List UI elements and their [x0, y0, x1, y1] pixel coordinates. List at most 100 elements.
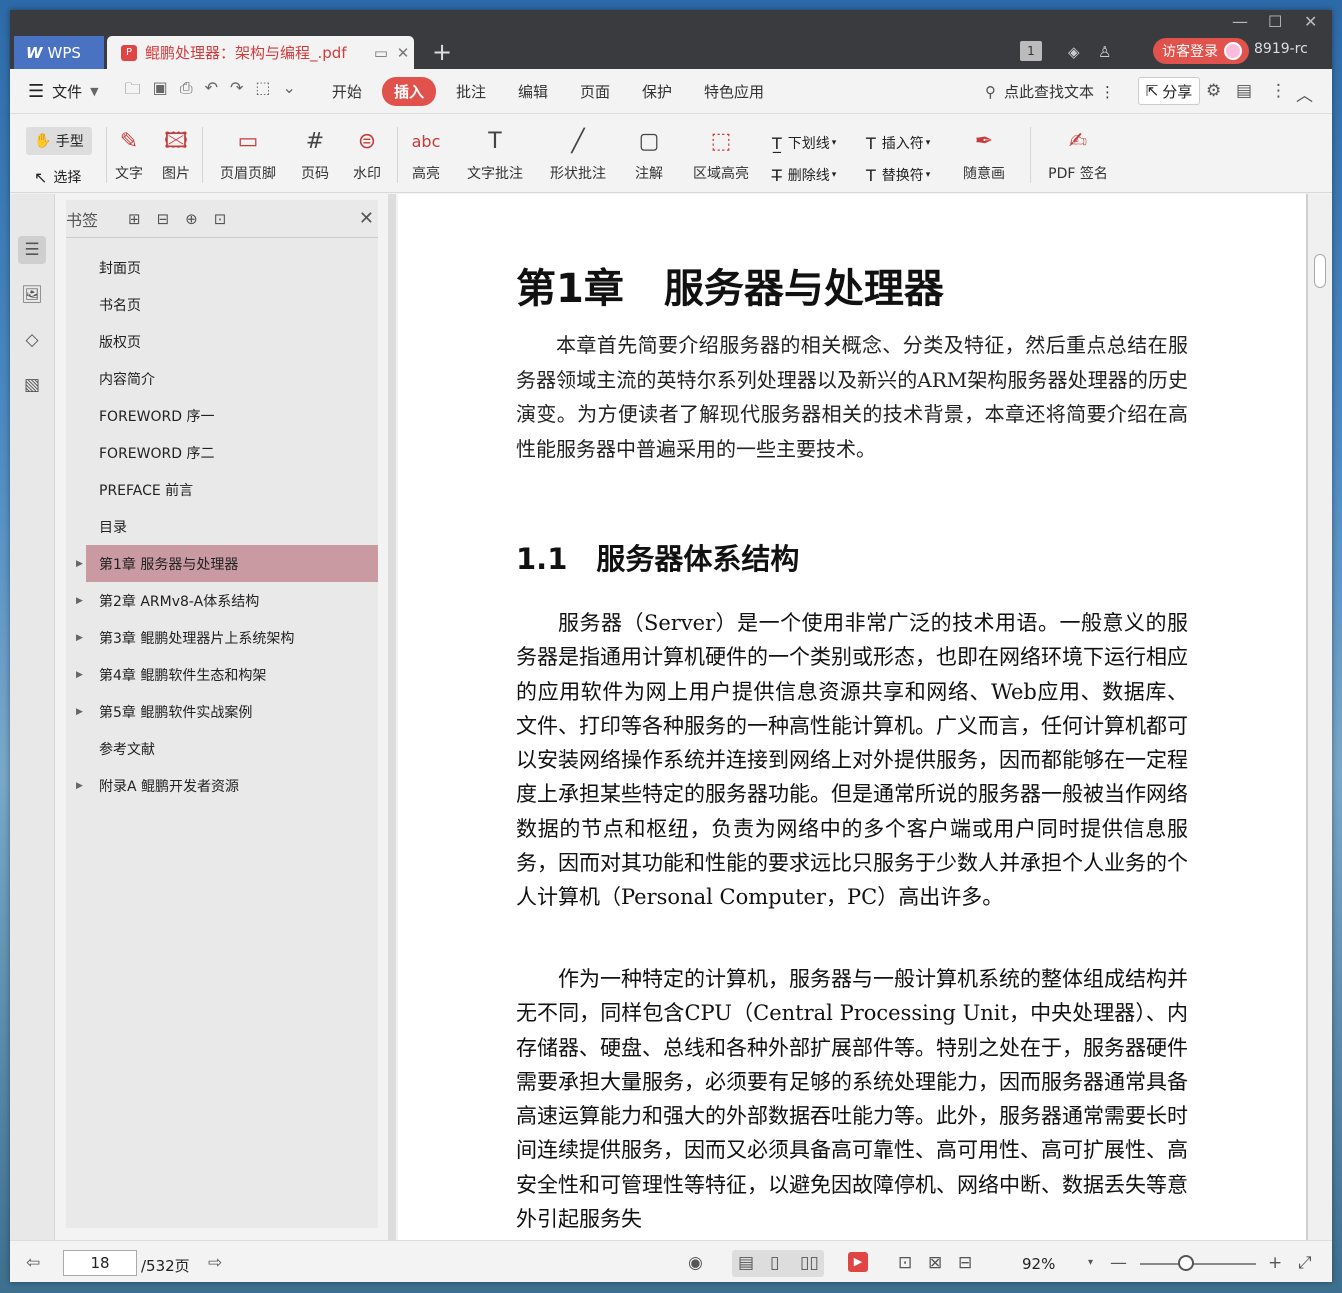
bookmark-item[interactable]: 封面页 — [86, 249, 378, 286]
bookmark-item[interactable]: 书名页 — [86, 286, 378, 323]
zoom-dropdown-icon[interactable]: ▾ — [1088, 1257, 1093, 1268]
expand-arrow-icon[interactable]: ▶ — [76, 670, 83, 680]
tab-start[interactable]: 开始 — [320, 77, 374, 106]
bookmark-settings-icon[interactable]: ⊡ — [214, 210, 227, 228]
highlight-button[interactable]: abc 高亮 — [406, 125, 446, 183]
expand-arrow-icon[interactable]: ▶ — [76, 781, 83, 791]
bookmark-item[interactable]: FOREWORD 序二 — [86, 434, 378, 471]
tab-annotate[interactable]: 批注 — [444, 77, 498, 106]
collapse-all-icon[interactable]: ⊟ — [157, 210, 170, 228]
open-folder-icon[interactable]: 🗀 — [125, 78, 141, 105]
text-annotation-button[interactable]: T 文字批注 — [465, 125, 525, 183]
more-vertical-icon[interactable]: ⋮ — [1100, 83, 1115, 101]
close-tab-icon[interactable]: ✕ — [392, 44, 414, 62]
replace-char-button[interactable]: T 替换符 ▾ — [866, 165, 930, 185]
watermark-button[interactable]: ⊜ 水印 — [346, 125, 388, 183]
insert-text-button[interactable]: ✎ 文字 — [114, 125, 144, 183]
play-slideshow-icon[interactable]: ▶ — [848, 1252, 868, 1272]
wps-home-tab[interactable]: W WPS — [14, 36, 104, 69]
fit-width-icon[interactable]: ⊟ — [958, 1253, 972, 1273]
double-page-icon[interactable]: ▯▯ — [800, 1253, 819, 1273]
note-button[interactable]: ▢ 注解 — [628, 125, 670, 183]
pdf-sign-button[interactable]: ✍ PDF 签名 — [1042, 125, 1114, 183]
expand-arrow-icon[interactable]: ▶ — [76, 633, 83, 643]
bookmark-item[interactable]: 参考文献 — [86, 730, 378, 767]
more-menu-icon[interactable]: ⋮ — [1270, 81, 1287, 101]
minimize-icon[interactable]: — — [1232, 12, 1248, 31]
collapse-ribbon-icon[interactable]: ︿ — [1296, 81, 1313, 106]
undo-icon[interactable]: ↶ — [205, 78, 218, 105]
scrollbar-thumb[interactable] — [1314, 254, 1326, 288]
expand-arrow-icon[interactable]: ▶ — [76, 559, 83, 569]
guest-login-button[interactable]: 访客登录 — [1153, 38, 1249, 64]
hand-tool-button[interactable]: ✋ 手型 — [26, 127, 92, 155]
tab-edit[interactable]: 编辑 — [506, 77, 560, 106]
bookmark-item[interactable]: ▶ 第5章 鲲鹏软件实战案例 — [76, 693, 378, 730]
skin-icon[interactable]: ◈ — [1068, 38, 1080, 66]
redo-icon[interactable]: ↷ — [230, 78, 243, 105]
bookmark-item[interactable]: ▶ 第3章 鲲鹏处理器片上系统架构 — [76, 619, 378, 656]
insert-char-button[interactable]: T 插入符 ▾ — [866, 133, 930, 153]
panel-splitter[interactable] — [388, 194, 396, 1240]
eye-protection-icon[interactable]: ◉ — [688, 1253, 703, 1273]
freehand-button[interactable]: ✒ 随意画 — [956, 125, 1012, 183]
export-icon[interactable]: ⬚ — [255, 78, 270, 105]
bookmark-item[interactable]: ▶ 第1章 服务器与处理器 — [76, 545, 378, 582]
bookmark-item[interactable]: PREFACE 前言 — [86, 471, 378, 508]
file-menu[interactable]: ☰ 文件 ▼ — [28, 81, 99, 102]
bookmark-item[interactable]: ▶ 第2章 ARMv8-A体系结构 — [76, 582, 378, 619]
expand-all-icon[interactable]: ⊞ — [128, 210, 141, 228]
print-icon[interactable]: ⎙ — [180, 78, 193, 105]
bookmark-item[interactable]: 目录 — [86, 508, 378, 545]
shirt-icon[interactable]: ♙ — [1098, 38, 1111, 66]
fit-page-icon[interactable]: ⊠ — [928, 1253, 942, 1273]
tab-insert[interactable]: 插入 — [381, 76, 436, 106]
fullscreen-icon[interactable]: ⤢ — [1298, 1253, 1312, 1273]
window-count-badge[interactable]: 1 — [1020, 41, 1042, 61]
single-page-icon[interactable]: ▯ — [770, 1253, 779, 1273]
page-number-input[interactable]: 18 — [63, 1250, 137, 1276]
prev-page-icon[interactable]: ⇦ — [26, 1253, 40, 1273]
tab-page[interactable]: 页面 — [568, 77, 622, 106]
tab-protect[interactable]: 保护 — [630, 77, 684, 106]
more-chevron-icon[interactable]: ⌄ — [283, 78, 296, 105]
bookmark-item[interactable]: FOREWORD 序一 — [86, 397, 378, 434]
zoom-out-icon[interactable]: — — [1110, 1253, 1127, 1273]
expand-arrow-icon[interactable]: ▶ — [76, 707, 83, 717]
bookmark-list-icon[interactable]: ☰ — [18, 236, 46, 264]
select-tool-button[interactable]: ↖ 选择 — [34, 167, 81, 187]
share-button[interactable]: ⇱ 分享 — [1138, 77, 1200, 105]
expand-arrow-icon[interactable]: ▶ — [76, 596, 83, 606]
close-panel-icon[interactable]: ✕ — [359, 208, 374, 229]
gear-icon[interactable]: ⚙ — [1206, 81, 1221, 101]
continuous-view-icon[interactable]: ▤ — [738, 1253, 754, 1273]
comment-icon[interactable]: ▤ — [1236, 81, 1252, 101]
underline-button[interactable]: T̲ 下划线 ▾ — [772, 133, 836, 153]
document-tab[interactable]: P 鲲鹏处理器：架构与编程_.pdf ▭ ✕ — [107, 36, 414, 69]
signature-list-icon[interactable]: ▧ — [18, 371, 46, 399]
add-bookmark-icon[interactable]: ⊕ — [185, 210, 198, 228]
bookmark-item[interactable]: 版权页 — [86, 323, 378, 360]
pin-tab-icon[interactable]: ▭ — [370, 44, 392, 62]
zoom-slider[interactable] — [1140, 1263, 1256, 1265]
new-tab-button[interactable]: + — [432, 38, 452, 66]
zoom-slider-handle[interactable] — [1178, 1255, 1195, 1271]
save-icon[interactable]: ▣ — [153, 78, 168, 105]
maximize-icon[interactable]: ☐ — [1268, 12, 1282, 31]
bookmark-item[interactable]: ▶ 附录A 鲲鹏开发者资源 — [76, 767, 378, 804]
page-number-button[interactable]: # 页码 — [298, 125, 332, 183]
bookmark-item[interactable]: ▶ 第4章 鲲鹏软件生态和构架 — [76, 656, 378, 693]
shape-annotation-button[interactable]: ╱ 形状批注 — [542, 125, 614, 183]
strikethrough-button[interactable]: T̶ 删除线 ▾ — [772, 165, 836, 185]
close-window-icon[interactable]: ✕ — [1304, 12, 1317, 31]
thumbnail-icon[interactable]: 🖼 — [18, 281, 46, 309]
actual-size-icon[interactable]: ⊡ — [898, 1253, 912, 1273]
area-highlight-button[interactable]: ⬚ 区域高亮 — [686, 125, 756, 183]
vertical-scrollbar[interactable] — [1308, 194, 1332, 1240]
zoom-level[interactable]: 92% — [1022, 1255, 1055, 1273]
find-text-box[interactable]: ⚲ 点此查找文本 ⋮ — [985, 81, 1115, 102]
tab-features[interactable]: 特色应用 — [692, 77, 776, 106]
bookmark-item[interactable]: 内容简介 — [86, 360, 378, 397]
insert-image-button[interactable]: 🖾 图片 — [160, 125, 192, 183]
zoom-in-icon[interactable]: + — [1268, 1253, 1282, 1273]
